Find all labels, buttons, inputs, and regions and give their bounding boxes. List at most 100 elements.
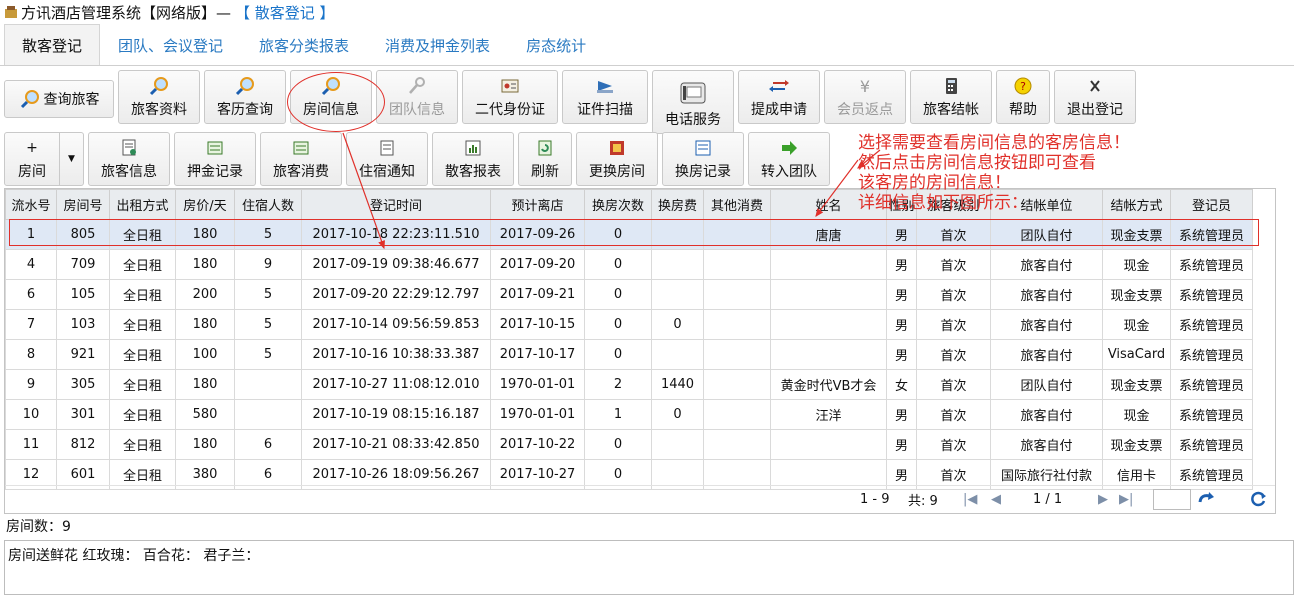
col-rent-type[interactable]: 出租方式 [109,189,176,220]
table-cell: 1440 [651,369,704,400]
guest-consume-button[interactable]: 旅客消费 [260,132,342,186]
table-cell: 180 [175,309,235,340]
team-info-button[interactable]: 团队信息 [376,70,458,124]
doc-scan-button[interactable]: 证件扫描 [562,70,648,124]
deposit-record-button[interactable]: 押金记录 [174,132,256,186]
exit-checkin-label: 退出登记 [1067,102,1123,118]
table-cell: 旅客自付 [990,249,1103,280]
col-price[interactable]: 房价/天 [175,189,235,220]
go-page-icon[interactable] [1197,491,1215,511]
tab-team-checkin[interactable]: 团队、会议登记 [100,24,241,66]
table-cell: 系统管理员 [1170,399,1253,430]
room-count: 房间数：9 [6,519,71,535]
phone-service-label: 电话服务 [665,112,721,128]
table-cell [234,399,302,430]
col-change-fee[interactable]: 换房费 [651,189,704,220]
table-cell: 首次 [916,369,991,400]
tab-consumption-list[interactable]: 消费及押金列表 [367,24,508,66]
phone-service-button[interactable]: 电话服务 [652,70,734,134]
table-row[interactable]: 4 709 全日租 180 9 2017-09-19 09:38:46.677 2017-0… [5,249,1253,280]
individual-report-button[interactable]: 散客报表 [432,132,514,186]
change-log-button[interactable]: 换房记录 [662,132,744,186]
arrow-right-icon [778,137,800,159]
table-cell: 105 [56,279,110,310]
history-query-button[interactable]: 客历查询 [204,70,286,124]
room-dropdown-button[interactable]: ▼ [60,132,84,186]
table-cell: 1 [584,399,652,430]
col-guests[interactable]: 住宿人数 [234,189,302,220]
stay-notice-button[interactable]: 住宿通知 [346,132,428,186]
col-clerk[interactable]: 登记员 [1170,189,1253,220]
table-cell: 男 [886,399,917,430]
prev-page-icon[interactable]: ◀ [991,492,1001,507]
doc-scan-label: 证件扫描 [577,102,633,118]
table-cell: 2017-10-22 [490,429,585,460]
col-serial[interactable]: 流水号 [5,189,57,220]
id-card-button[interactable]: 二代身份证 [462,70,558,124]
id-card-icon [499,75,521,97]
col-room-changes[interactable]: 换房次数 [584,189,652,220]
tab-individual-checkin[interactable]: 散客登记 [4,24,101,66]
transfer-team-button[interactable]: 转入团队 [748,132,830,186]
table-cell: 200 [175,279,235,310]
table-cell: 8 [5,339,57,370]
commission-request-button[interactable]: 提成申请 [738,70,820,124]
first-page-icon[interactable]: |◀ [963,492,977,507]
add-room-button[interactable]: + 房间 [4,132,60,186]
table-cell: 汪洋 [770,399,887,430]
table-cell: 旅客自付 [990,339,1103,370]
table-cell: 5 [234,339,302,370]
col-room-no[interactable]: 房间号 [56,189,110,220]
table-cell: 180 [175,429,235,460]
refresh-button[interactable]: 刷新 [518,132,572,186]
change-log-label: 换房记录 [675,164,731,180]
table-cell: 6 [234,429,302,460]
table-row[interactable]: 7 103 全日租 180 5 2017-10-14 09:56:59.853 2017-1… [5,309,1253,340]
page-number-input[interactable] [1153,489,1191,510]
toolbar-secondary: + 房间 ▼ 旅客信息 押金记录 旅客消费 住宿通知 散客报表 刷新 更换房间 … [4,132,830,186]
table-cell: 2017-10-19 08:15:16.187 [301,399,491,430]
table-cell: VisaCard [1102,339,1171,370]
last-page-icon[interactable]: ▶| [1119,492,1133,507]
yen-icon: ¥ [859,76,871,96]
guest-profile-button[interactable]: 旅客资料 [118,70,200,124]
table-cell [703,429,771,460]
change-room-label: 更换房间 [589,164,645,180]
col-checkin-time[interactable]: 登记时间 [301,189,491,220]
table-cell: 6 [5,279,57,310]
table-row[interactable]: 8 921 全日租 100 5 2017-10-16 10:38:33.387 2017-1… [5,339,1253,370]
table-cell: 男 [886,279,917,310]
table-row[interactable]: 10 301 全日租 580 2017-10-19 08:15:16.187 1970-0… [5,399,1253,430]
help-button[interactable]: ? 帮助 [996,70,1050,124]
table-cell: 现金支票 [1102,279,1171,310]
table-row[interactable]: 9 305 全日租 180 2017-10-27 11:08:12.010 1970-01… [5,369,1253,400]
table-cell: 180 [175,249,235,280]
guest-info-button[interactable]: 旅客信息 [88,132,170,186]
room-note-textarea[interactable]: 房间送鲜花 红玫瑰： 百合花： 君子兰： [4,540,1294,595]
next-page-icon[interactable]: ▶ [1098,492,1108,507]
guest-checkout-button[interactable]: 旅客结帐 [910,70,992,124]
reload-icon[interactable] [1251,491,1267,511]
phone-icon [678,79,708,107]
table-cell: 全日租 [109,429,176,460]
tab-room-status[interactable]: 房态统计 [508,24,604,66]
query-guest-button[interactable]: 查询旅客 [4,80,114,118]
table-cell [703,339,771,370]
table-cell: 0 [584,279,652,310]
table-cell: 男 [886,309,917,340]
table-cell [770,249,887,280]
svg-text:?: ? [1020,80,1026,93]
col-expected-leave[interactable]: 预计离店 [490,189,585,220]
magnifier-icon [234,75,256,97]
change-room-button[interactable]: 更换房间 [576,132,658,186]
table-cell: 2017-10-21 08:33:42.850 [301,429,491,460]
table-row[interactable]: 11 812 全日租 180 6 2017-10-21 08:33:42.850 2017-… [5,429,1253,460]
table-cell: 系统管理员 [1170,429,1253,460]
col-other-consume[interactable]: 其他消费 [703,189,771,220]
exit-checkin-button[interactable]: 退出登记 [1054,70,1136,124]
tab-guest-report[interactable]: 旅客分类报表 [241,24,367,66]
table-row[interactable]: 6 105 全日租 200 5 2017-09-20 22:29:12.797 2017-0… [5,279,1253,310]
app-icon [4,5,18,19]
table-cell: 301 [56,399,110,430]
member-rebate-button[interactable]: ¥ 会员返点 [824,70,906,124]
